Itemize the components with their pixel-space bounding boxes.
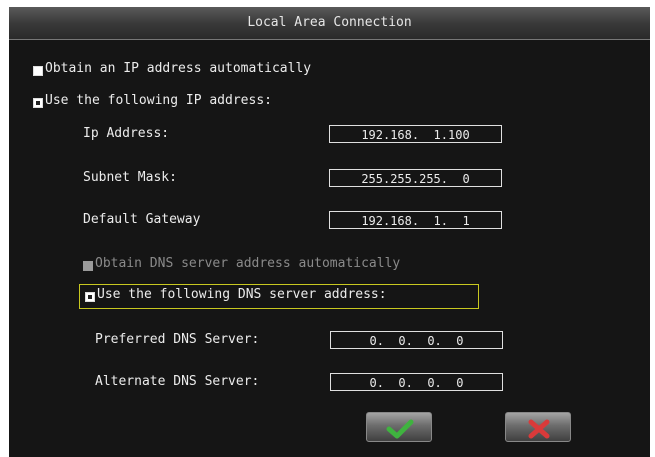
ip-manual-radio[interactable]	[33, 98, 43, 108]
cancel-button[interactable]	[505, 412, 571, 442]
dns-auto-radio[interactable]	[83, 261, 93, 271]
preferred-dns-label: Preferred DNS Server:	[95, 332, 260, 347]
dns-auto-label: Obtain DNS server address automatically	[95, 256, 401, 271]
ip-address-label: Ip Address:	[83, 126, 170, 141]
ip-manual-label: Use the following IP address:	[45, 93, 272, 108]
title-bar: Local Area Connection	[9, 7, 650, 40]
x-icon	[528, 419, 550, 439]
dialog-window: Local Area Connection Obtain an IP addre…	[9, 7, 650, 457]
ip-auto-label: Obtain an IP address automatically	[45, 61, 312, 76]
ip-auto-radio[interactable]	[33, 66, 43, 76]
default-gateway-label: Default Gateway	[83, 212, 201, 227]
check-icon	[386, 419, 414, 439]
dialog-title: Local Area Connection	[247, 15, 412, 30]
alternate-dns-label: Alternate DNS Server:	[95, 374, 260, 389]
alternate-dns-field[interactable]: 0. 0. 0. 0	[330, 373, 503, 391]
ip-address-field[interactable]: 192.168. 1.100	[329, 125, 502, 143]
default-gateway-field[interactable]: 192.168. 1. 1	[329, 211, 502, 229]
dns-manual-label: Use the following DNS server address:	[97, 287, 387, 302]
dns-manual-radio[interactable]	[85, 292, 95, 302]
preferred-dns-field[interactable]: 0. 0. 0. 0	[330, 331, 503, 349]
ok-button[interactable]	[366, 412, 432, 442]
subnet-mask-label: Subnet Mask:	[83, 170, 177, 185]
subnet-mask-field[interactable]: 255.255.255. 0	[329, 169, 502, 187]
